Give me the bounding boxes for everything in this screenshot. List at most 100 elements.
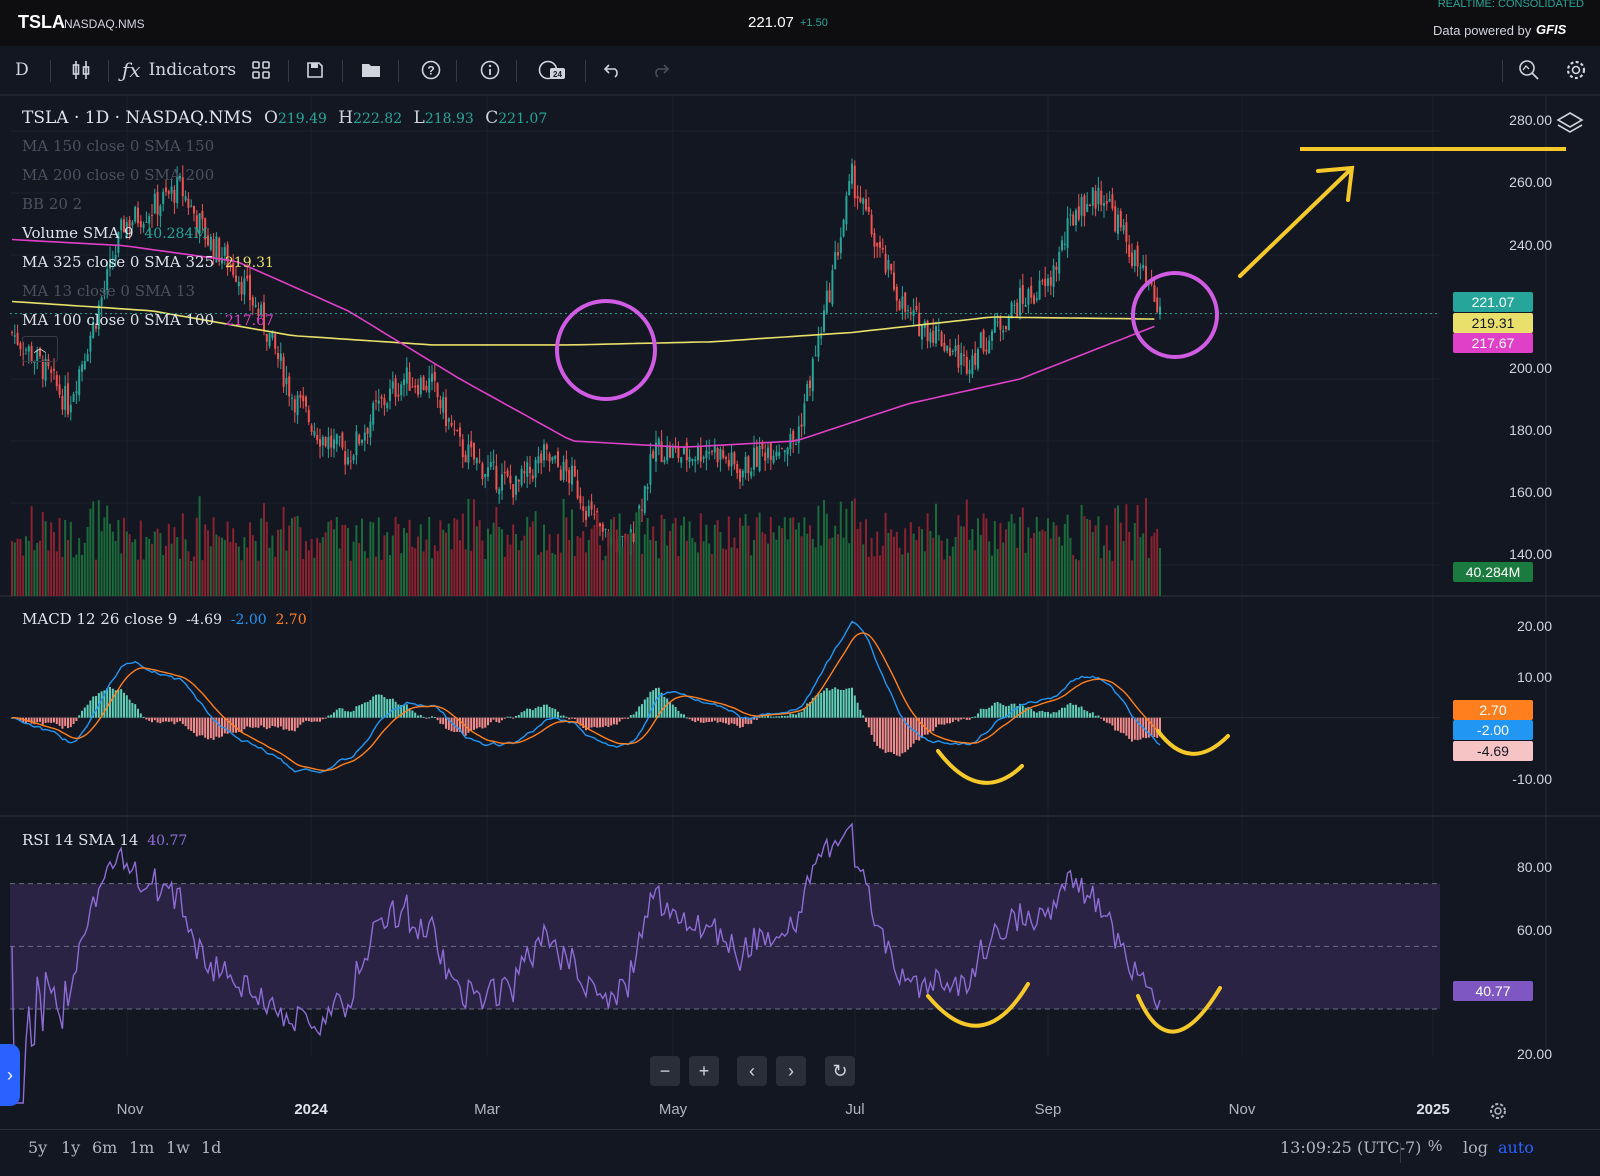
rsi-legend[interactable]: RSI 14 SMA 14 40.77 — [22, 831, 187, 849]
macd-histogram-bar — [568, 717, 571, 720]
ma13-legend[interactable]: MA 13 close 0 SMA 13 — [22, 282, 195, 300]
volume-bar — [221, 537, 223, 596]
candle-body — [694, 459, 697, 462]
save-icon — [307, 62, 323, 78]
candle-body — [296, 395, 299, 416]
candle-body — [982, 330, 985, 352]
candle-body — [333, 439, 335, 449]
log-toggle[interactable]: log — [1463, 1138, 1488, 1157]
chart-area[interactable]: TSLA · 1D · NASDAQ.NMS O219.49 H222.82 L… — [0, 96, 1600, 1129]
macd-histogram-bar — [873, 717, 876, 742]
macd-histogram-bar — [473, 717, 475, 730]
bb-legend[interactable]: BB 20 2 — [22, 195, 82, 213]
info-button[interactable] — [475, 46, 505, 94]
range-1d-button[interactable]: 1d — [201, 1138, 221, 1157]
candle-body — [422, 376, 425, 391]
macd-histogram-bar — [36, 717, 39, 723]
chart-type-button[interactable] — [64, 46, 98, 94]
macd-signal-line — [12, 632, 1161, 772]
volume-bar — [433, 545, 436, 596]
axis-settings-button[interactable] — [1488, 1101, 1508, 1121]
help-button[interactable]: ? — [416, 46, 446, 94]
volume-bar — [590, 528, 593, 596]
expand-sidebar-handle[interactable]: › — [0, 1044, 20, 1106]
ma200-legend[interactable]: MA 200 close 0 SMA 200 — [22, 166, 214, 184]
volume-bar — [568, 539, 571, 596]
candle-body — [657, 438, 660, 446]
volume-bar — [579, 537, 582, 596]
range-5y-button[interactable]: 5y — [28, 1138, 47, 1157]
macd-histogram-bar — [792, 713, 795, 718]
macd-histogram-bar — [67, 717, 69, 729]
percent-toggle[interactable]: % — [1428, 1138, 1442, 1156]
redo-button[interactable] — [645, 46, 675, 94]
indicators-button[interactable]: ƒx Indicators — [122, 46, 236, 94]
symbol-name[interactable]: TSLA — [18, 12, 65, 33]
interval-button[interactable]: D — [10, 46, 34, 94]
extended-hours-button[interactable]: 24 — [535, 46, 569, 94]
macd-histogram-bar — [1089, 713, 1091, 718]
provider-logo: GFIS — [1536, 22, 1567, 37]
macd-histogram-bar — [69, 717, 72, 728]
volume-bar — [783, 517, 786, 596]
macd-histogram-bar — [372, 696, 375, 718]
macd-legend[interactable]: MACD 12 26 close 9 -4.69 -2.00 2.70 — [22, 610, 307, 628]
volume-legend[interactable]: Volume SMA 9 40.284M — [22, 224, 208, 242]
macd-histogram-bar — [383, 697, 386, 718]
layers-button[interactable] — [1555, 108, 1585, 138]
save-button[interactable] — [300, 46, 330, 94]
open-button[interactable] — [356, 46, 386, 94]
volume-bar — [716, 520, 719, 596]
range-1y-button[interactable]: 1y — [61, 1138, 80, 1157]
candle-body — [907, 309, 909, 311]
candle-body — [495, 465, 498, 490]
scroll-left-button[interactable]: ‹ — [737, 1056, 767, 1086]
settings-button[interactable] — [1561, 46, 1591, 94]
scroll-right-button[interactable]: › — [776, 1056, 806, 1086]
macd-histogram-bar — [716, 717, 719, 723]
ma150-legend[interactable]: MA 150 close 0 SMA 150 — [22, 137, 214, 155]
volume-bar — [11, 541, 13, 596]
volume-bar — [167, 523, 170, 596]
volume-bar — [1052, 522, 1055, 596]
macd-histogram-bar — [722, 717, 725, 723]
range-6m-button[interactable]: 6m — [92, 1138, 117, 1157]
candle-body — [965, 356, 968, 374]
collapse-legend-button[interactable]: ︿ — [22, 336, 58, 362]
auto-toggle[interactable]: auto — [1498, 1138, 1534, 1157]
volume-bar — [1159, 548, 1161, 596]
volume-bar — [251, 535, 254, 596]
macd-histogram-bar — [839, 689, 842, 718]
candle-body — [862, 198, 865, 204]
volume-bar — [621, 547, 624, 596]
undo-button[interactable] — [598, 46, 628, 94]
reset-button[interactable]: ↻ — [825, 1056, 855, 1086]
volume-bar — [879, 555, 881, 596]
macd-histogram-bar — [506, 716, 509, 718]
volume-bar — [1150, 536, 1153, 596]
time-axis-label: 2025 — [1416, 1101, 1450, 1118]
macd-histogram-bar — [58, 717, 61, 726]
volume-bar — [293, 516, 296, 596]
macd-histogram-bar — [954, 717, 957, 720]
zoom-out-button[interactable]: − — [650, 1056, 680, 1086]
macd-histogram-bar — [517, 714, 520, 718]
volume-bar — [243, 537, 246, 596]
ma100-legend[interactable]: MA 100 close 0 SMA 100 217.67 — [22, 311, 274, 329]
range-1m-button[interactable]: 1m — [129, 1138, 154, 1157]
volume-bar — [1024, 552, 1027, 596]
zoom-button[interactable] — [1514, 46, 1544, 94]
ma325-legend[interactable]: MA 325 close 0 SMA 325 219.31 — [22, 253, 274, 271]
macd-histogram-bar — [246, 717, 249, 727]
macd-histogram-bar — [991, 705, 993, 718]
range-1w-button[interactable]: 1w — [166, 1138, 190, 1157]
macd-histogram-bar — [170, 717, 173, 722]
volume-bar — [540, 552, 543, 596]
zoom-in-button[interactable]: + — [689, 1056, 719, 1086]
macd-histogram-bar — [719, 717, 722, 722]
layout-button[interactable] — [246, 46, 276, 94]
macd-histogram-bar — [943, 717, 946, 725]
volume-bar — [691, 538, 694, 596]
volume-bar — [456, 519, 459, 596]
candle-body — [503, 472, 506, 474]
